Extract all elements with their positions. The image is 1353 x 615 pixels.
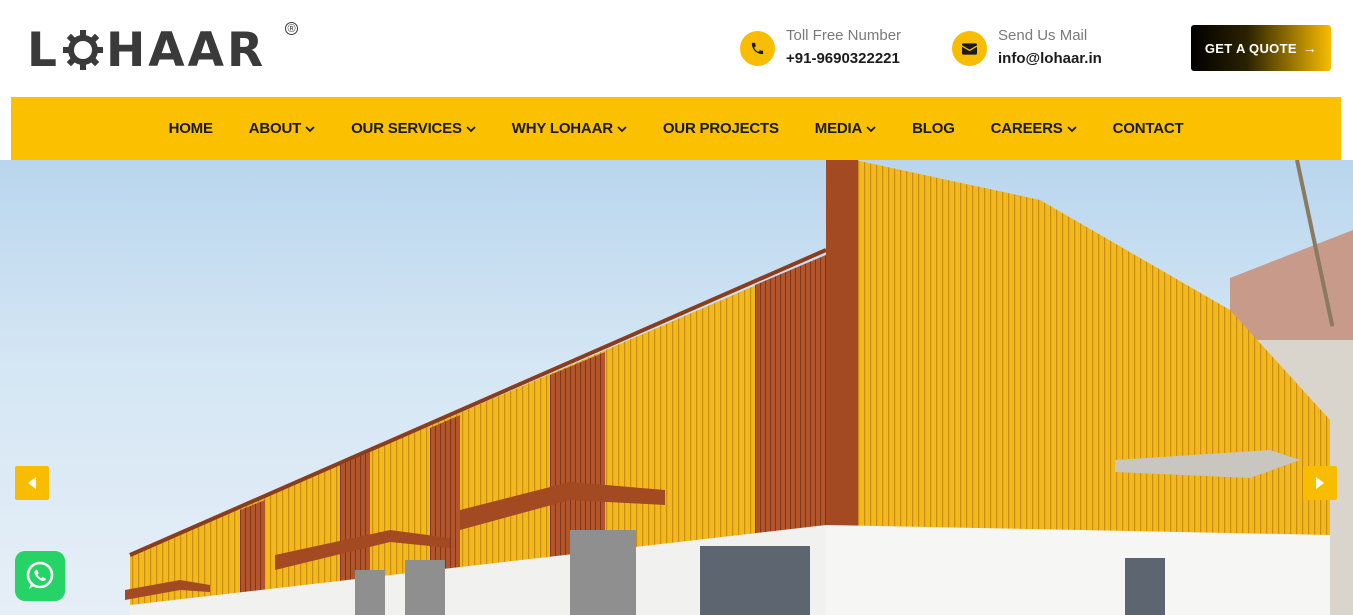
nav-label: MEDIA [814,120,863,137]
nav-item-about[interactable]: ABOUT [249,120,315,137]
hero-slider [0,160,1353,615]
phone-icon [740,31,775,66]
chevron-down-icon [1066,125,1077,132]
nav-label: ABOUT [248,120,302,137]
nav-item-media[interactable]: MEDIA [815,120,876,137]
logo[interactable]: L HAAR ® [27,22,298,78]
nav-label: OUR PROJECTS [662,120,779,137]
get-a-quote-label: GET A QUOTE [1204,40,1297,56]
mail-label: Send Us Mail [998,27,1088,44]
nav-label: OUR SERVICES [351,120,462,137]
whatsapp-button[interactable] [15,551,65,601]
toll-free-number[interactable]: +91-9690322221 [786,50,901,68]
slider-prev-button[interactable] [15,466,49,500]
slider-next-button[interactable] [1303,466,1337,500]
chevron-down-icon [466,125,476,132]
nav-label: CAREERS [990,120,1063,137]
nav-label: CONTACT [1112,120,1184,137]
main-nav: HOME ABOUT OUR SERVICES WHY LOHAAR OUR P… [11,97,1341,160]
nav-item-blog[interactable]: BLOG [912,120,955,137]
mail-contact[interactable]: Send Us Mail info@lohaar.in [952,27,1102,68]
caret-left-icon [28,477,36,489]
nav-item-careers[interactable]: CAREERS [991,120,1077,137]
chevron-down-icon [617,125,627,132]
toll-free-contact[interactable]: Toll Free Number +91-9690322221 [740,27,901,68]
toll-free-label: Toll Free Number [786,27,902,44]
chevron-down-icon [866,125,876,132]
nav-label: BLOG [912,120,955,137]
nav-item-home[interactable]: HOME [169,120,213,137]
gear-icon [62,30,103,70]
whatsapp-icon [26,561,54,589]
site-header: L HAAR ® Toll Free Number +91-9690322221… [0,0,1353,97]
nav-label: WHY LOHAAR [511,120,613,137]
nav-item-contact[interactable]: CONTACT [1113,120,1184,137]
nav-label: HOME [168,120,213,137]
industrial-warehouse-photo [125,160,1353,615]
logo-wordmark: L HAAR [27,27,266,74]
mail-text: Send Us Mail info@lohaar.in [998,27,1102,68]
toll-free-text: Toll Free Number +91-9690322221 [786,27,901,68]
page: L HAAR ® Toll Free Number +91-9690322221… [0,0,1353,615]
mail-address[interactable]: info@lohaar.in [998,50,1102,68]
logo-letters-rest: HAAR [105,22,267,78]
caret-right-icon [1316,477,1324,489]
registered-mark: ® [285,22,298,35]
arrow-right-icon: → [1302,40,1318,56]
nav-item-why-lohaar[interactable]: WHY LOHAAR [512,120,627,137]
logo-letter-l: L [27,22,60,78]
envelope-icon [952,31,987,66]
chevron-down-icon [305,125,315,132]
nav-item-our-projects[interactable]: OUR PROJECTS [663,120,779,137]
get-a-quote-button[interactable]: GET A QUOTE → [1191,25,1331,71]
nav-item-our-services[interactable]: OUR SERVICES [351,120,476,137]
